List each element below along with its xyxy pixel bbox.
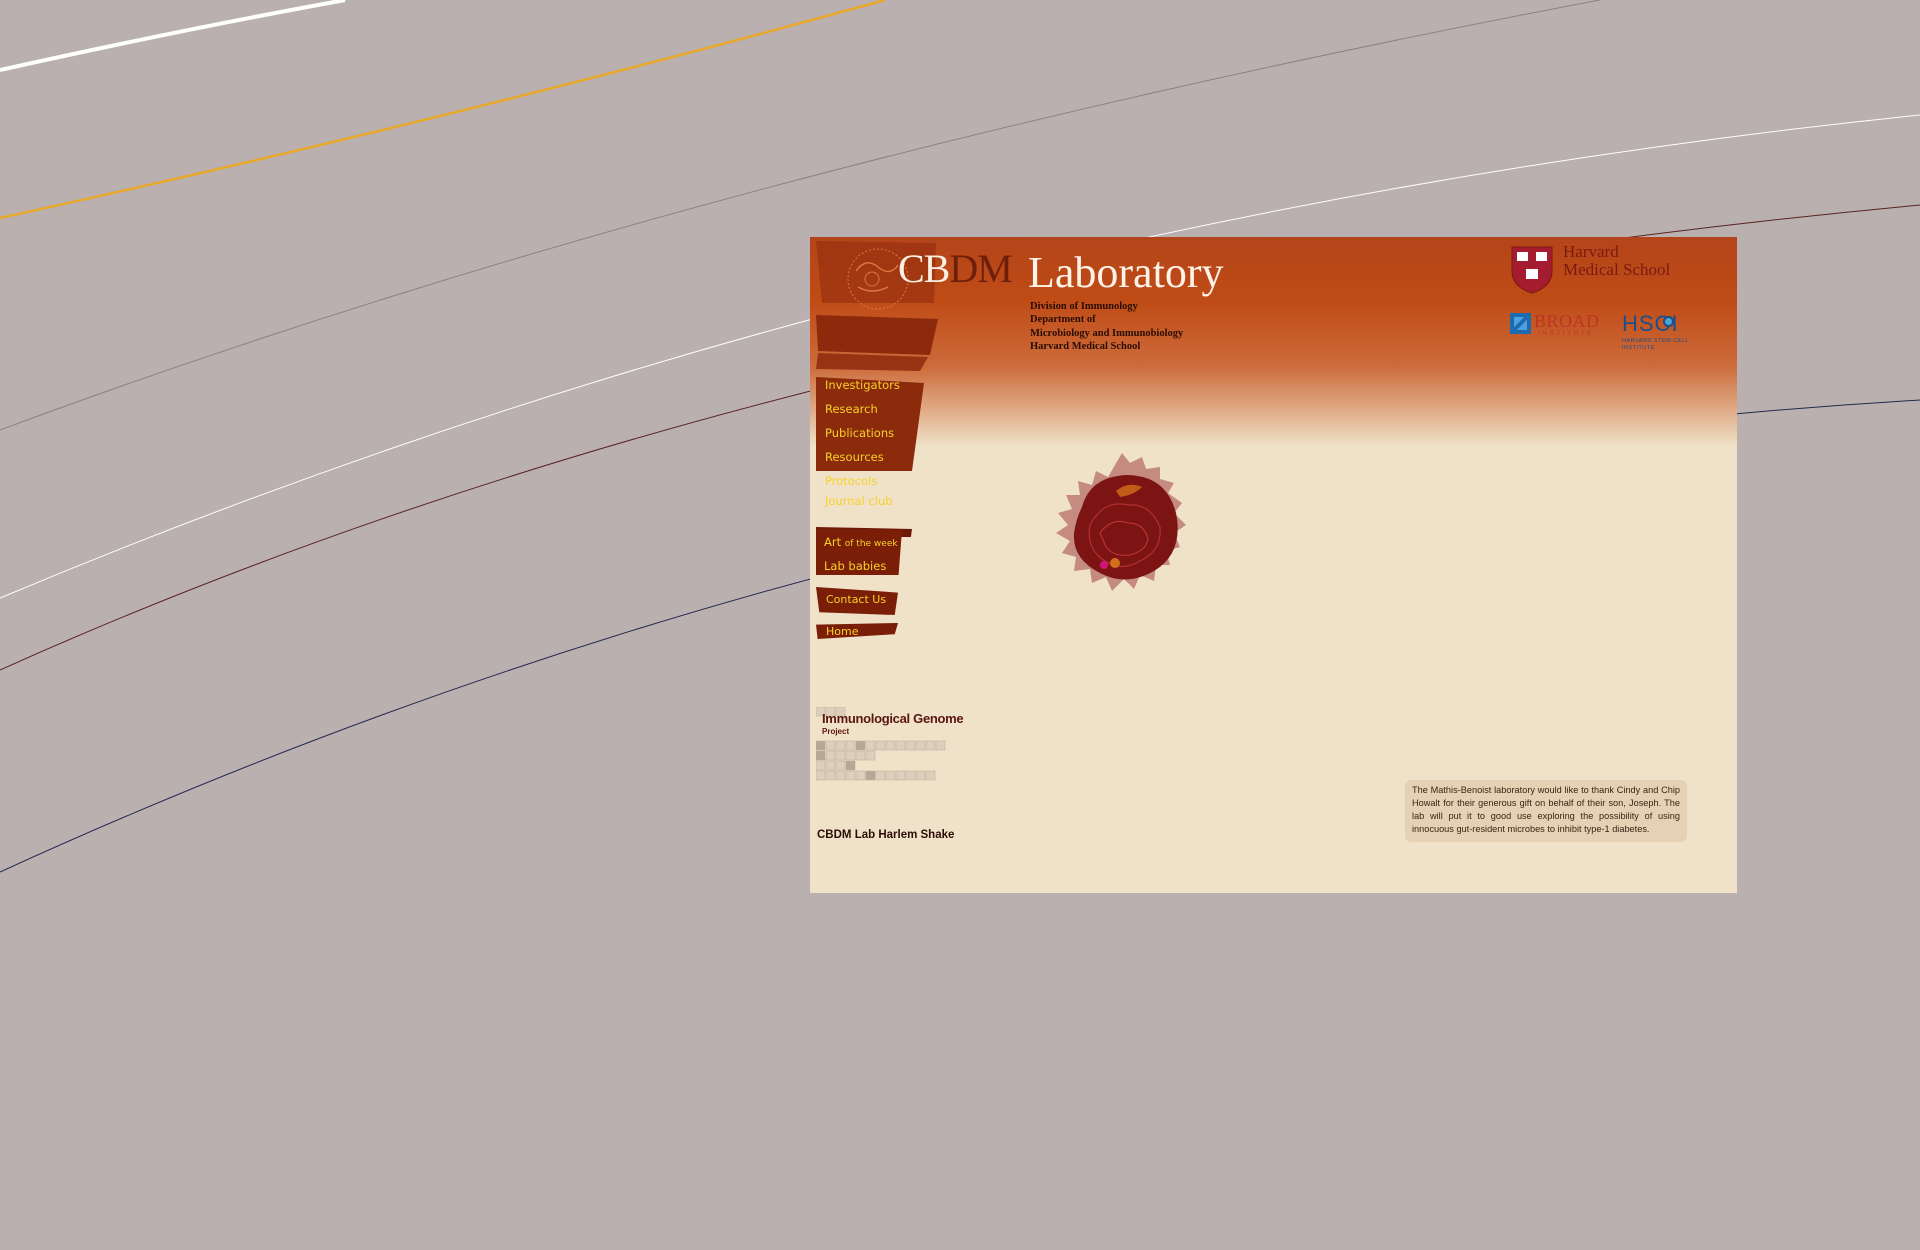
harvard-shield-icon[interactable] (1510, 245, 1554, 295)
affiliation-line: Division of Immunology (1030, 301, 1138, 312)
affiliation-block: Division of Immunology Department of Mic… (1030, 300, 1183, 354)
site-title: Laboratory (1028, 248, 1224, 297)
broad-sub: INSTITUTE (1538, 330, 1595, 337)
cell-illustration-icon (1056, 453, 1186, 591)
hsci-sub: HARVARD STEM CELL INSTITUTE (1622, 338, 1689, 351)
broad-name: BROAD (1534, 311, 1600, 331)
nav-journal-club[interactable]: Journal club (825, 494, 893, 508)
igp-banner[interactable]: Immunological Genome Project (816, 707, 966, 787)
affiliation-line: Microbiology and Immunobiology (1030, 327, 1184, 339)
hms-line1: Harvard (1563, 242, 1619, 261)
nav-art-main: Art (824, 535, 842, 549)
harvard-medical-school-link[interactable]: Harvard Medical School (1563, 243, 1683, 279)
affiliation-line: Department of (1030, 314, 1096, 326)
nav-publications[interactable]: Publications (825, 426, 894, 440)
affiliation-line: Harvard Medical School (1030, 341, 1141, 353)
hsci-dot-icon (1663, 316, 1674, 327)
cbdm-website: CBDM Laboratory Division of Immunology D… (810, 237, 1737, 893)
hsci-logo-icon[interactable]: HSCI HARVARD STEM CELL INSTITUTE (1622, 311, 1688, 351)
hms-line2: Medical School (1563, 260, 1671, 279)
nav-protocols[interactable]: Protocols (825, 474, 877, 488)
broad-square-icon (1510, 313, 1531, 334)
nav-resources[interactable]: Resources (825, 450, 884, 464)
igp-subtitle: Project (822, 727, 850, 736)
nav-home[interactable]: Home (826, 625, 858, 638)
broad-logo-icon[interactable]: BROAD INSTITUTE (1510, 311, 1605, 343)
igp-title: Immunological Genome (822, 711, 964, 726)
nav-art-of-the-week[interactable]: Art of the week (824, 535, 898, 549)
nav-art-small: of the week (844, 539, 898, 549)
harlem-shake-link[interactable]: CBDM Lab Harlem Shake (817, 829, 954, 841)
sidebar-nav: Investigators Research Publications Reso… (810, 237, 950, 893)
announcement-box: The Mathis-Benoist laboratory would like… (1405, 780, 1687, 842)
nav-contact-us[interactable]: Contact Us (826, 593, 886, 606)
nav-lab-babies[interactable]: Lab babies (824, 559, 886, 573)
nav-research[interactable]: Research (825, 402, 878, 416)
nav-investigators[interactable]: Investigators (825, 378, 900, 392)
logo-dm: DM (949, 246, 1012, 291)
